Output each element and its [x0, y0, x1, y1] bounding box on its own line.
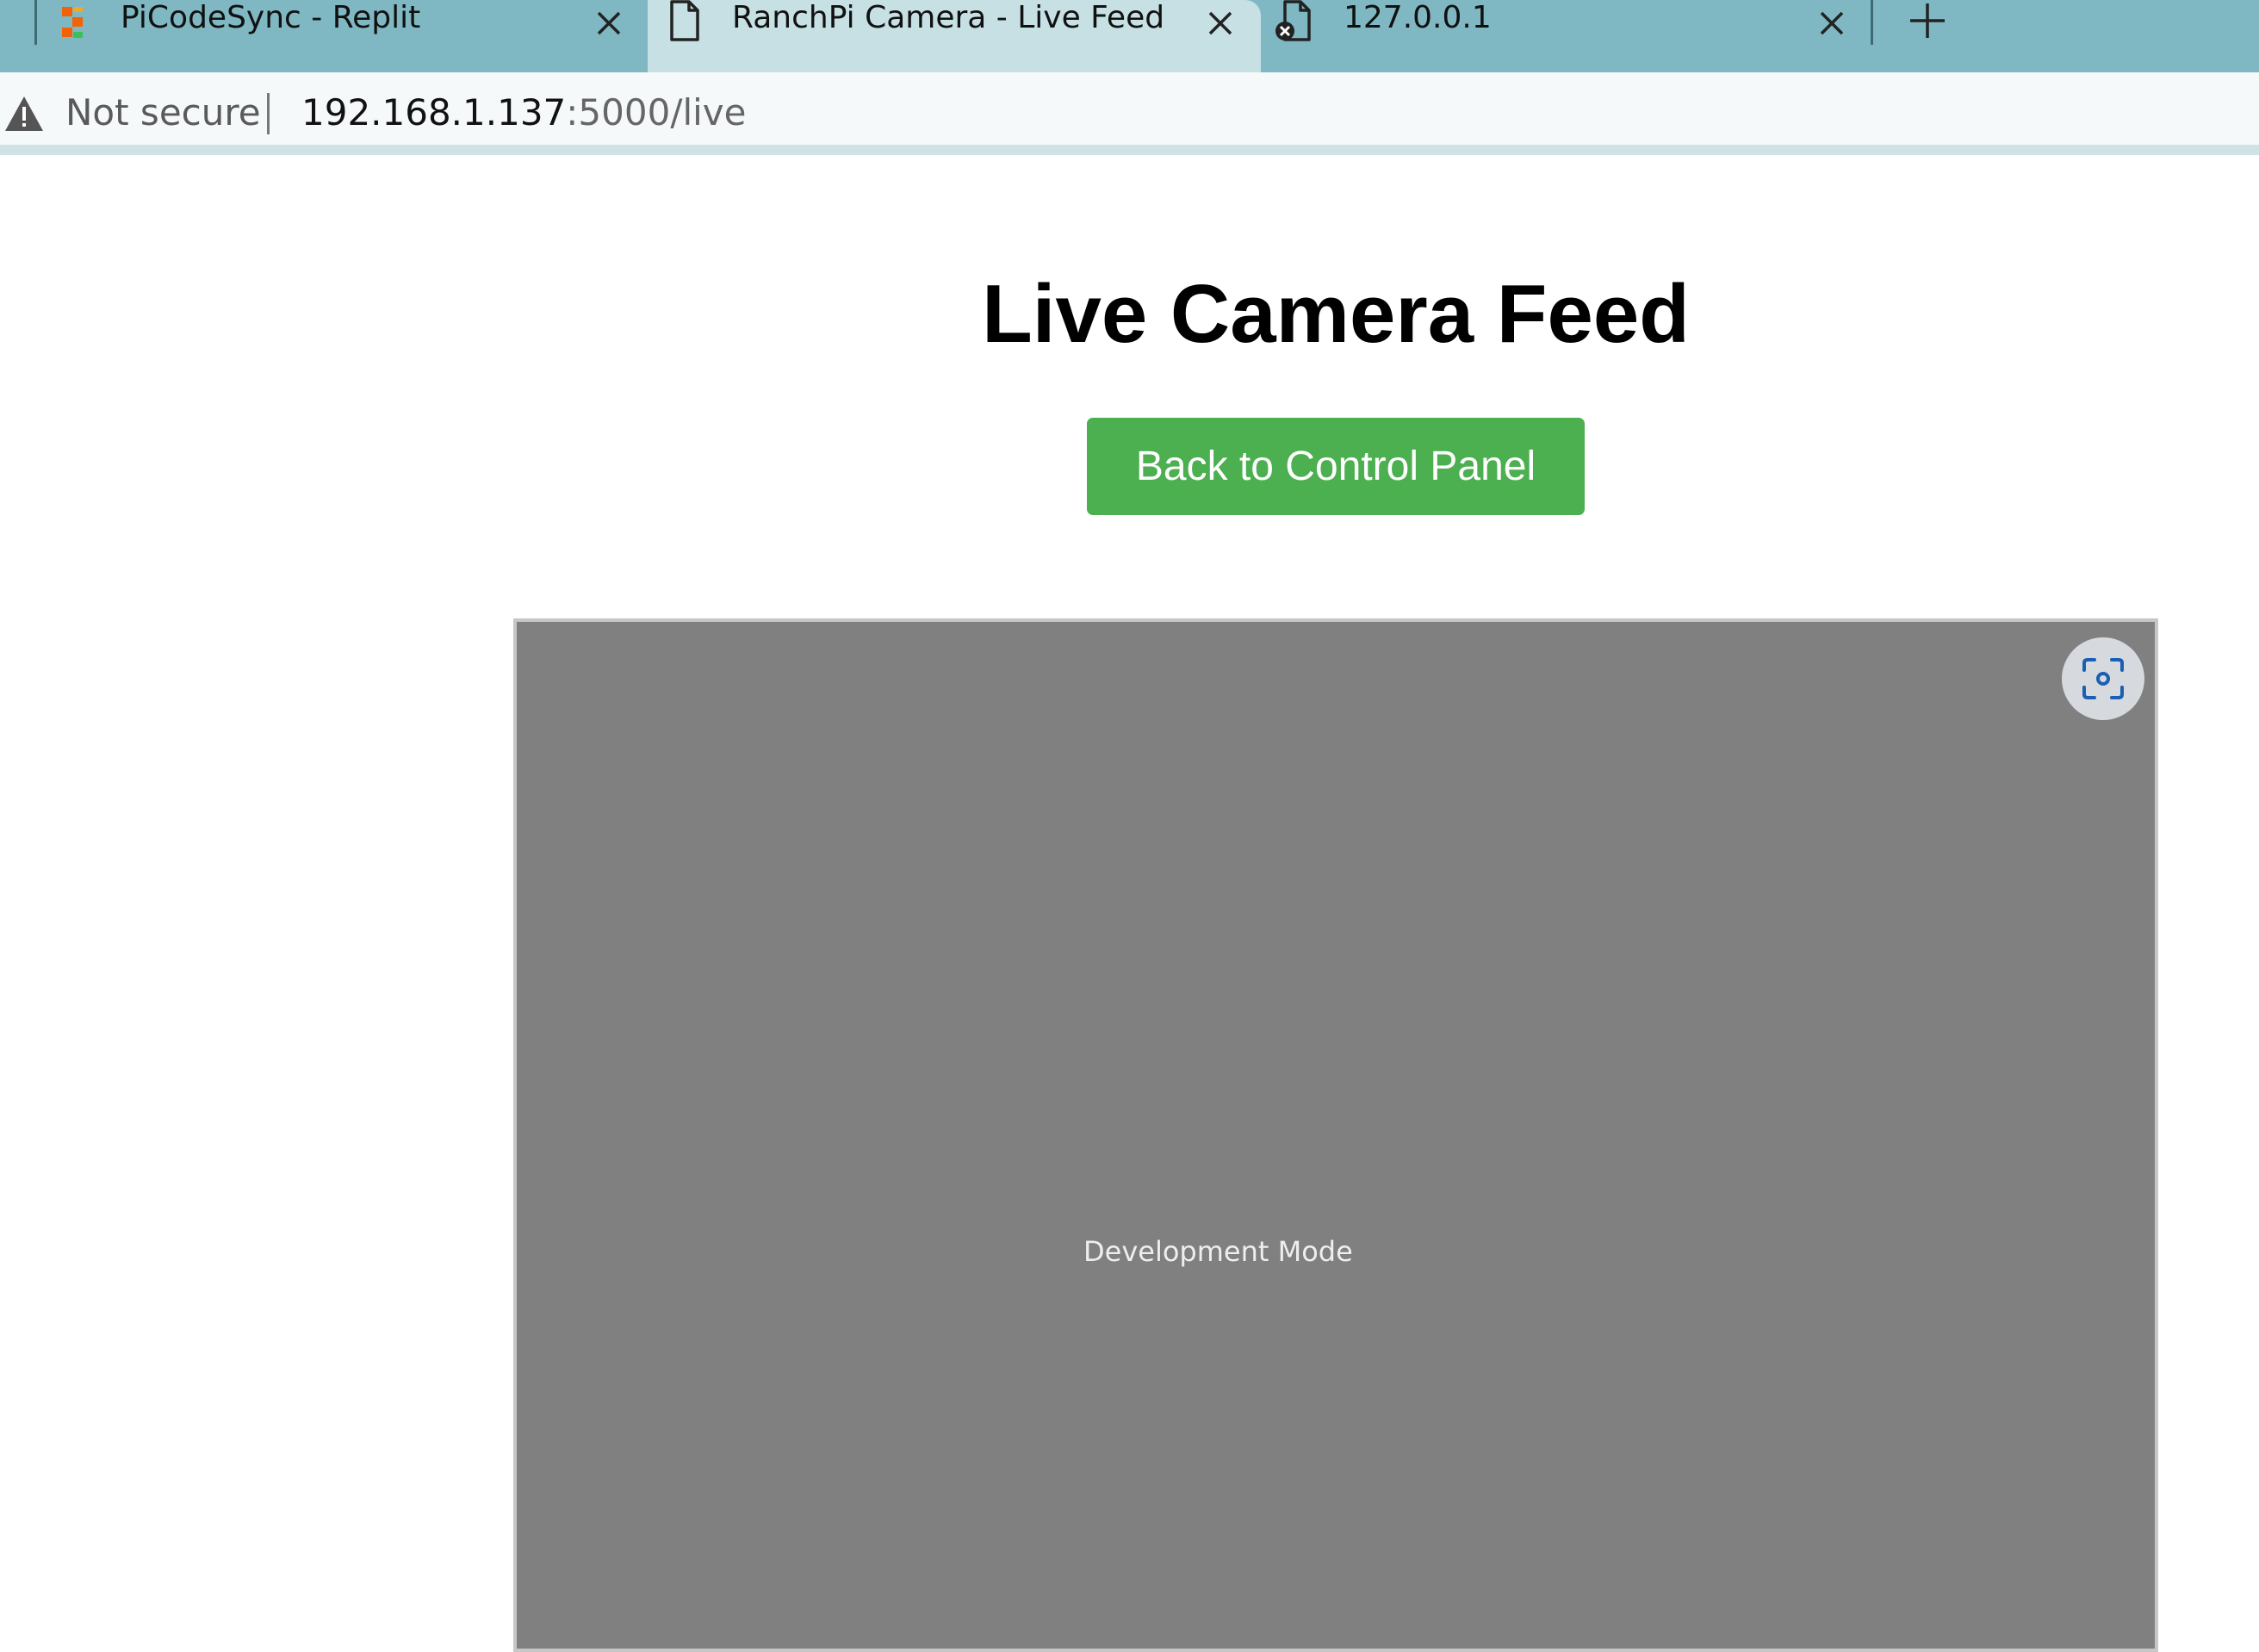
tab-picodesync[interactable]: PiCodeSync - Replit — [38, 0, 646, 65]
tab-ranchpi-live-feed[interactable]: RanchPi Camera - Live Feed — [648, 0, 1261, 72]
address-divider — [267, 93, 270, 134]
tab-title: 127.0.0.1 — [1344, 0, 1492, 35]
back-to-control-panel-button[interactable]: Back to Control Panel — [1087, 418, 1585, 515]
url-field[interactable]: 192.168.1.137:5000/live — [301, 91, 747, 134]
tab-separator — [1871, 0, 1873, 45]
security-status[interactable]: Not secure — [65, 91, 261, 134]
tab-separator — [34, 0, 37, 45]
page-title: Live Camera Feed — [982, 268, 1690, 360]
live-camera-feed: Development Mode — [513, 618, 2158, 1652]
url-path: :5000/live — [566, 91, 747, 134]
document-error-icon — [1275, 0, 1316, 45]
tab-localhost[interactable]: 127.0.0.1 — [1263, 0, 1871, 65]
tab-title: RanchPi Camera - Live Feed — [732, 0, 1165, 35]
document-icon — [668, 0, 701, 43]
feed-placeholder-text: Development Mode — [1083, 1235, 1353, 1268]
tab-title: PiCodeSync - Replit — [121, 0, 421, 35]
warning-icon[interactable] — [3, 95, 45, 133]
plus-icon[interactable] — [1908, 2, 1946, 40]
close-icon[interactable] — [1817, 9, 1846, 38]
visual-search-icon — [2081, 656, 2126, 701]
url-host: 192.168.1.137 — [301, 91, 567, 134]
address-bar: Not secure 192.168.1.137:5000/live — [0, 72, 2259, 155]
tab-strip: PiCodeSync - Replit RanchPi Camera - Liv… — [0, 0, 2259, 72]
replit-logo-icon — [62, 7, 88, 38]
close-icon[interactable] — [594, 9, 624, 38]
visual-search-button[interactable] — [2062, 637, 2144, 720]
close-icon[interactable] — [1206, 9, 1235, 38]
